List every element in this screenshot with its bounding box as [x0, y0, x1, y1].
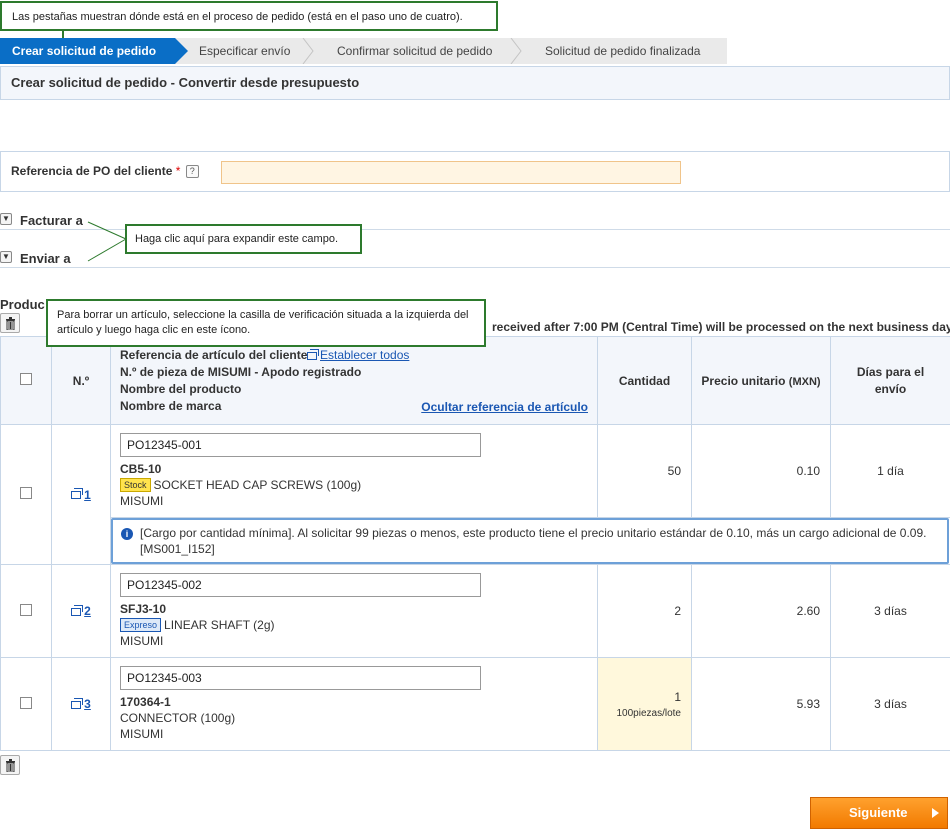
- qty-header: Cantidad: [597, 336, 692, 425]
- min-charge-info: i [Cargo por cantidad mínima]. Al solicit…: [111, 518, 949, 564]
- brand-name: MISUMI: [120, 494, 164, 508]
- item-cell: PO12345-001 CB5-10 Stock SOCKET HEAD CAP …: [110, 424, 598, 518]
- expand-callout: Haga clic aquí para expandir este campo.: [125, 224, 362, 254]
- new-window-icon: [307, 348, 319, 360]
- no-header: N.º: [51, 336, 111, 425]
- header-part-number: N.º de pieza de MISUMI - Apodo registrad…: [120, 364, 362, 379]
- trash-icon: [6, 759, 15, 772]
- new-window-icon: [71, 488, 84, 500]
- row-number-cell: 1: [51, 424, 111, 565]
- table-header-row: N.º Referencia de artículo del cliente N…: [0, 336, 950, 425]
- step-separator-icon: [302, 38, 314, 64]
- arrow-right-icon: [932, 808, 939, 818]
- expand-triangle-icon[interactable]: ▼: [0, 213, 12, 225]
- next-button[interactable]: Siguiente: [810, 797, 948, 829]
- header-product-name: Nombre del producto: [120, 381, 242, 396]
- product-name: SOCKET HEAD CAP SCREWS (100g): [153, 478, 362, 492]
- row-select-cell: [0, 657, 52, 751]
- row-select-cell: [0, 564, 52, 658]
- unit-price-cell: 5.93: [691, 657, 831, 751]
- table-row: 3 PO12345-003 170364-1 CONNECTOR (100g) …: [0, 657, 950, 751]
- row-checkbox[interactable]: [20, 696, 32, 709]
- products-heading: Produc: [0, 297, 45, 312]
- step-separator-icon: [510, 38, 522, 64]
- po-reference-input[interactable]: [221, 161, 681, 184]
- new-window-icon: [71, 604, 84, 616]
- po-reference-label: Referencia de PO del cliente * ?: [11, 164, 199, 179]
- item-ref-input[interactable]: PO12345-002: [120, 573, 481, 597]
- set-all-link[interactable]: Establecer todos: [307, 348, 409, 362]
- stock-badge: Stock: [120, 478, 151, 492]
- item-cell: PO12345-003 170364-1 CONNECTOR (100g) MI…: [110, 657, 598, 751]
- unit-price-cell: 2.60: [691, 564, 831, 658]
- info-row: i [Cargo por cantidad mínima]. Al solicit…: [1, 517, 950, 565]
- page-title: Crear solicitud de pedido - Convertir de…: [0, 66, 950, 100]
- step-confirm-order[interactable]: Confirmar solicitud de pedido: [315, 38, 523, 64]
- lot-size: 100piezas/lote: [616, 707, 682, 719]
- part-number: CB5-10: [120, 462, 162, 476]
- help-icon[interactable]: ?: [185, 165, 199, 179]
- delete-trash-button-top[interactable]: [0, 313, 20, 333]
- ship-to-toggle[interactable]: Enviar a: [20, 251, 71, 266]
- new-window-icon: [71, 697, 84, 709]
- progress-steps: Crear solicitud de pedido Especificar en…: [0, 38, 727, 64]
- delete-callout: Para borrar un artículo, seleccione la c…: [46, 299, 486, 347]
- step-order-complete[interactable]: Solicitud de pedido finalizada: [523, 38, 727, 64]
- express-badge: Expreso: [120, 618, 162, 632]
- item-ref-input[interactable]: PO12345-003: [120, 666, 481, 690]
- table-row: 1 PO12345-001 CB5-10 Stock SOCKET HEAD CA…: [0, 424, 950, 565]
- info-icon: i: [121, 528, 133, 540]
- row-number-link[interactable]: 2: [84, 604, 91, 618]
- tabs-callout: Las pestañas muestran dónde está en el p…: [0, 1, 498, 31]
- quantity-cell: 2: [597, 564, 692, 658]
- expand-triangle-icon[interactable]: ▼: [0, 251, 12, 263]
- row-number-link[interactable]: 3: [84, 697, 91, 711]
- step-specify-shipping[interactable]: Especificar envío: [175, 38, 315, 64]
- cutoff-notice: received after 7:00 PM (Central Time) wi…: [492, 320, 950, 334]
- select-all-cell: [0, 336, 52, 425]
- days-header: Días para el envío: [830, 336, 950, 425]
- po-reference-section: Referencia de PO del cliente * ?: [0, 151, 950, 192]
- step-create-order[interactable]: Crear solicitud de pedido: [0, 38, 188, 64]
- unit-price-cell: 0.10: [691, 424, 831, 518]
- order-items-table: N.º Referencia de artículo del cliente N…: [0, 336, 950, 751]
- days-to-ship-cell: 1 día: [830, 424, 950, 518]
- bill-to-toggle[interactable]: Facturar a: [20, 213, 83, 228]
- brand-name: MISUMI: [120, 727, 164, 741]
- part-number: 170364-1: [120, 695, 171, 709]
- product-name: CONNECTOR (100g): [120, 711, 236, 725]
- quantity-value: 1: [674, 689, 681, 704]
- hide-item-ref-link[interactable]: Ocultar referencia de artículo: [421, 400, 588, 414]
- row-number-cell: 3: [51, 657, 111, 751]
- product-name: LINEAR SHAFT (2g): [164, 618, 275, 632]
- item-ref-input[interactable]: PO12345-001: [120, 433, 481, 457]
- brand-name: MISUMI: [120, 634, 164, 648]
- select-all-checkbox[interactable]: [20, 373, 32, 385]
- unit-price-header: Precio unitario (MXN): [691, 336, 831, 425]
- quantity-cell: 50: [597, 424, 692, 518]
- part-number: SFJ3-10: [120, 602, 167, 616]
- table-row: 2 PO12345-002 SFJ3-10 Expreso LINEAR SHAF…: [0, 564, 950, 658]
- row-number-link[interactable]: 1: [84, 488, 91, 502]
- days-to-ship-cell: 3 días: [830, 564, 950, 658]
- row-checkbox[interactable]: [20, 487, 32, 499]
- info-cell: i [Cargo por cantidad mínima]. Al solicit…: [110, 517, 950, 565]
- expand-callout-pointer: [87, 221, 127, 262]
- row-checkbox[interactable]: [20, 603, 32, 616]
- divider: [0, 267, 950, 268]
- days-to-ship-cell: 3 días: [830, 657, 950, 751]
- trash-icon: [6, 317, 15, 330]
- row-number-cell: 2: [51, 564, 111, 658]
- quantity-cell: 1 100piezas/lote: [597, 657, 692, 751]
- row-select-cell: [0, 424, 52, 565]
- item-cell: PO12345-002 SFJ3-10 Expreso LINEAR SHAFT …: [110, 564, 598, 658]
- delete-trash-button-bottom[interactable]: [0, 755, 20, 775]
- required-mark: *: [175, 164, 181, 178]
- item-header: Referencia de artículo del cliente N.º d…: [110, 336, 598, 425]
